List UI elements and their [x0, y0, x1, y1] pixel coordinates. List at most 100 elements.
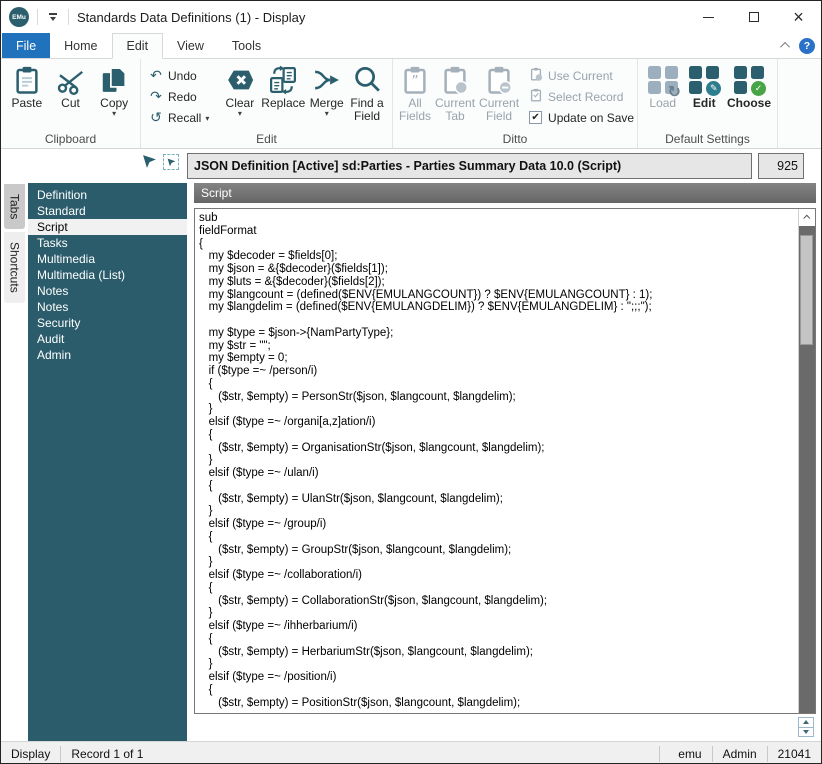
cut-icon — [56, 63, 86, 97]
merge-button[interactable]: Merge ▾ — [309, 63, 344, 117]
sidebar-item-definition[interactable]: Definition — [28, 187, 187, 203]
quick-access-dropdown-icon[interactable] — [46, 13, 60, 21]
collapse-ribbon-button[interactable] — [775, 33, 797, 58]
sidebar-item-notes[interactable]: Notes — [28, 283, 187, 299]
clear-button[interactable]: Clear ▾ — [223, 63, 258, 117]
script-editor[interactable]: sub fieldFormat { my $decoder = $fields[… — [194, 208, 816, 714]
ditto-all-fields-button[interactable]: ” All Fields — [399, 63, 431, 123]
find-a-field-button[interactable]: Find a Field — [348, 63, 386, 123]
update-on-save-toggle[interactable]: ✔ Update on Save — [527, 107, 634, 128]
load-defaults-button[interactable]: ↻ Load — [644, 63, 682, 110]
emu-logo-icon[interactable]: EMu — [9, 7, 29, 27]
load-defaults-icon: ↻ — [648, 63, 678, 97]
undo-button[interactable]: ↶Undo — [147, 65, 217, 86]
select-mode-icon[interactable] — [163, 154, 179, 170]
use-current-icon — [527, 67, 545, 85]
redo-button[interactable]: ↷Redo — [147, 86, 217, 107]
sidebar-item-standard[interactable]: Standard — [28, 203, 187, 219]
maximize-icon — [749, 12, 759, 22]
rail-tab-shortcuts[interactable]: Shortcuts — [4, 232, 25, 303]
clear-dropdown-icon[interactable]: ▾ — [238, 111, 242, 117]
use-current-button[interactable]: Use Current — [527, 65, 634, 86]
status-user: emu — [660, 746, 712, 762]
editor-footer-strip — [194, 716, 816, 738]
vertical-scrollbar[interactable] — [798, 209, 815, 713]
edit-defaults-button[interactable]: ✎ Edit — [686, 63, 724, 110]
window-title: Standards Data Definitions (1) - Display — [77, 10, 305, 25]
select-record-icon — [527, 88, 545, 106]
sidebar-item-tasks[interactable]: Tasks — [28, 235, 187, 251]
copy-dropdown-icon[interactable]: ▾ — [112, 111, 116, 117]
script-code[interactable]: sub fieldFormat { my $decoder = $fields[… — [195, 209, 798, 713]
sidebar-item-multimedia[interactable]: Multimedia — [28, 251, 187, 267]
group-label-edit: Edit — [141, 132, 392, 146]
sidebar-item-multimedia-list[interactable]: Multimedia (List) — [28, 267, 187, 283]
status-record-count: Record 1 of 1 — [61, 746, 153, 762]
tab-file[interactable]: File — [2, 33, 50, 58]
clear-icon — [225, 63, 255, 97]
recall-button[interactable]: ↺Recall▾ — [147, 107, 217, 128]
edit-defaults-icon: ✎ — [689, 63, 719, 97]
tab-home[interactable]: Home — [50, 33, 111, 58]
group-label-ditto: Ditto — [393, 132, 637, 146]
close-button[interactable]: × — [776, 1, 821, 33]
copy-button[interactable]: Copy ▾ — [94, 63, 134, 117]
choose-defaults-button[interactable]: ✓ Choose — [727, 63, 771, 110]
chevron-up-icon — [780, 42, 790, 52]
minimize-icon — [703, 17, 714, 18]
status-mode: Display — [1, 746, 60, 762]
scroll-up-icon — [803, 215, 810, 222]
group-default-settings: ↻ Load ✎ Edit ✓ Choose Default Settings — [638, 59, 778, 148]
group-ditto: ” All Fields Current Tab Current Field U… — [393, 59, 638, 148]
tab-edit[interactable]: Edit — [112, 33, 164, 59]
ribbon-tab-bar: File Home Edit View Tools ? — [1, 33, 821, 59]
line-spinner[interactable] — [798, 717, 814, 737]
maximize-button[interactable] — [731, 1, 776, 33]
rail-tab-tabs[interactable]: Tabs — [4, 184, 25, 229]
titlebar-divider — [37, 9, 38, 25]
recall-icon: ↺ — [147, 110, 165, 126]
ditto-current-tab-button[interactable]: Current Tab — [435, 63, 475, 123]
help-button[interactable]: ? — [799, 38, 815, 54]
status-session-id: 21041 — [768, 746, 821, 762]
recall-dropdown-icon[interactable]: ▾ — [205, 116, 209, 122]
sidebar-item-audit[interactable]: Audit — [28, 331, 187, 347]
merge-dropdown-icon[interactable]: ▾ — [325, 111, 329, 117]
cut-button[interactable]: Cut — [51, 63, 91, 110]
tab-tools[interactable]: Tools — [218, 33, 275, 58]
tab-view[interactable]: View — [163, 33, 218, 58]
group-edit: ↶Undo ↷Redo ↺Recall▾ Clear ▾ Replace Mer… — [141, 59, 393, 148]
search-icon — [352, 63, 382, 97]
group-label-default-settings: Default Settings — [638, 132, 777, 146]
svg-text:”: ” — [411, 74, 418, 90]
minimize-button[interactable] — [686, 1, 731, 33]
side-rail: Tabs Shortcuts — [4, 184, 26, 306]
title-bar: EMu Standards Data Definitions (1) - Dis… — [1, 1, 821, 33]
pointer-tool-icon[interactable] — [142, 154, 157, 174]
ditto-current-field-button[interactable]: Current Field — [479, 63, 519, 123]
sidebar-item-script[interactable]: Script — [28, 219, 187, 235]
paste-button[interactable]: Paste — [7, 63, 47, 110]
sidebar-item-security[interactable]: Security — [28, 315, 187, 331]
select-record-button[interactable]: Select Record — [527, 86, 634, 107]
record-value-field[interactable]: 925 — [758, 153, 804, 179]
ditto-current-tab-icon — [440, 63, 470, 97]
spin-up-icon[interactable] — [799, 718, 813, 728]
spin-down-icon[interactable] — [799, 728, 813, 737]
replace-button[interactable]: Replace — [261, 63, 305, 110]
merge-icon — [312, 63, 342, 97]
status-bar: Display Record 1 of 1 emu Admin 21041 — [1, 741, 821, 764]
status-group: Admin — [713, 746, 767, 762]
scrollbar-thumb[interactable] — [800, 235, 813, 345]
checkbox-checked-icon[interactable]: ✔ — [529, 111, 542, 124]
redo-icon: ↷ — [147, 89, 165, 105]
group-clipboard: Paste Cut Copy ▾ Clipboard — [1, 59, 141, 148]
paste-icon — [12, 63, 42, 97]
app-window: EMu Standards Data Definitions (1) - Dis… — [0, 0, 822, 764]
scroll-up-button[interactable] — [799, 209, 815, 226]
ditto-all-fields-icon: ” — [400, 63, 430, 97]
sidebar-item-notes-2[interactable]: Notes — [28, 299, 187, 315]
record-title-bar: JSON Definition [Active] sd:Parties - Pa… — [187, 153, 752, 179]
script-panel: Script sub fieldFormat { my $decoder = $… — [194, 183, 816, 741]
sidebar-item-admin[interactable]: Admin — [28, 347, 187, 363]
